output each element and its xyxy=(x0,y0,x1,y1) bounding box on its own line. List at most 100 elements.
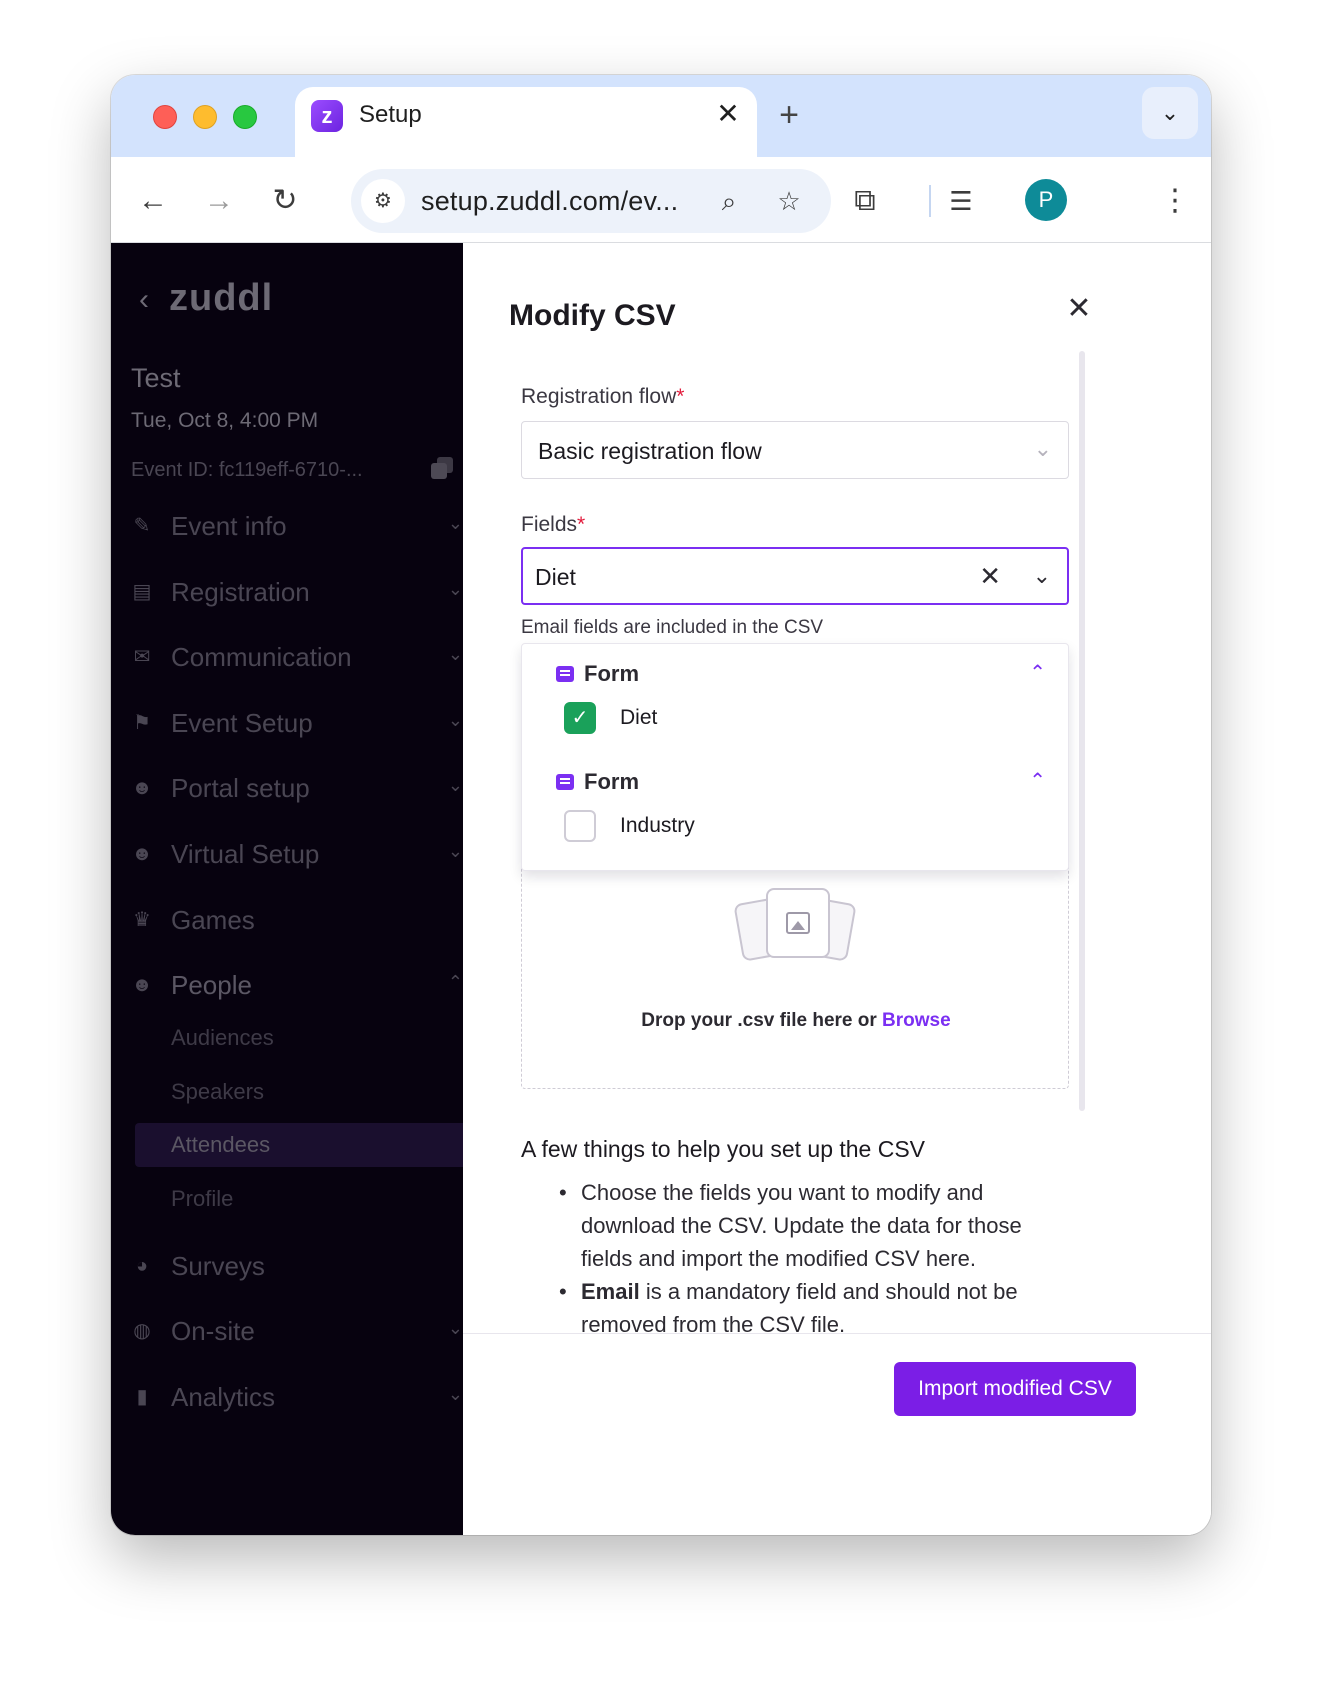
form-icon xyxy=(556,666,574,682)
signpost-icon: ⚑ xyxy=(133,712,151,734)
chevron-up-icon: ⌃ xyxy=(447,972,463,992)
pie-icon: ◕ xyxy=(135,1255,149,1277)
event-name: Test xyxy=(131,363,181,393)
group-title: Form xyxy=(584,769,639,794)
csv-dropzone[interactable]: Drop your .csv file here or Browse xyxy=(521,843,1069,1089)
browser-tab[interactable]: z Setup ✕ xyxy=(295,87,757,157)
fields-label: Fields* xyxy=(521,513,585,537)
zuddl-logo[interactable]: zuddl xyxy=(169,277,273,320)
dropzone-instruction: Drop your .csv file here or xyxy=(641,1010,877,1031)
dropzone-text: Drop your .csv file here or Browse xyxy=(522,1010,1070,1032)
fields-select[interactable]: Diet ✕ ⌄ xyxy=(521,547,1069,605)
chevron-down-icon: ⌄ xyxy=(447,579,463,599)
sidebar-item-games[interactable]: ♛ Games xyxy=(111,895,463,945)
registration-flow-label: Registration flow* xyxy=(521,385,684,409)
tab-bar: z Setup ✕ + ⌄ xyxy=(111,75,1211,157)
chevron-up-icon[interactable]: ⌃ xyxy=(1029,660,1046,685)
forward-arrow-icon[interactable]: → xyxy=(195,177,243,225)
tab-close-icon[interactable]: ✕ xyxy=(711,97,745,131)
more-menu-icon[interactable]: ⋮ xyxy=(1151,177,1199,225)
sidebar-item-label: People xyxy=(171,970,252,1000)
file-upload-illustration-icon xyxy=(733,888,857,966)
browser-toolbar: ← → ↻ ⚙ setup.zuddl.com/ev... ⌕ ☆ ⧉ ☰ P … xyxy=(111,157,1211,243)
registration-flow-label-text: Registration flow xyxy=(521,385,677,408)
help-title: A few things to help you set up the CSV xyxy=(521,1136,926,1162)
sidebar-item-communication[interactable]: ✉ Communication ⌄ xyxy=(111,632,463,682)
sidebar-item-people[interactable]: ☻ People ⌃ xyxy=(111,960,463,1010)
checkbox-industry[interactable] xyxy=(564,810,596,842)
help-item-bold: Email xyxy=(581,1279,640,1304)
profile-avatar[interactable]: P xyxy=(1025,179,1067,221)
sidebar-subitem-audiences[interactable]: Audiences xyxy=(171,1025,274,1051)
event-id: Event ID: fc119eff-6710-... xyxy=(131,459,363,481)
app-content: ‹ zuddl Test Tue, Oct 8, 4:00 PM Event I… xyxy=(111,243,1211,1535)
maximize-window-button[interactable] xyxy=(233,105,257,129)
chevron-down-icon[interactable]: ⌄ xyxy=(1033,563,1051,589)
help-item-text: is a mandatory field and should not be r… xyxy=(581,1279,1018,1337)
sidebar-item-event-info[interactable]: ✎ Event info ⌄ xyxy=(111,501,463,551)
help-item: Choose the fields you want to modify and… xyxy=(559,1176,1051,1275)
chevron-down-icon: ⌄ xyxy=(447,775,463,795)
option-label[interactable]: Industry xyxy=(620,814,695,838)
sidebar-item-on-site[interactable]: ◍ On-site ⌄ xyxy=(111,1306,463,1356)
user-icon: ☻ xyxy=(131,974,153,996)
address-bar[interactable]: ⚙ setup.zuddl.com/ev... ⌕ ☆ xyxy=(351,169,831,233)
zoom-icon[interactable]: ⌕ xyxy=(709,181,749,221)
back-arrow-icon[interactable]: ← xyxy=(129,177,177,225)
sidebar-subitem-speakers[interactable]: Speakers xyxy=(171,1079,264,1105)
copy-icon[interactable] xyxy=(431,457,455,481)
browser-window: z Setup ✕ + ⌄ ← → ↻ ⚙ setup.zuddl.com/ev… xyxy=(111,75,1211,1535)
browse-link[interactable]: Browse xyxy=(882,1010,951,1031)
sidebar-item-label: On-site xyxy=(171,1316,255,1346)
import-modified-csv-button[interactable]: Import modified CSV xyxy=(894,1362,1136,1416)
bookmark-star-icon[interactable]: ☆ xyxy=(769,181,809,221)
form-icon: ▤ xyxy=(132,581,152,603)
fields-value: Diet xyxy=(535,564,576,590)
sidebar-item-portal-setup[interactable]: ☻ Portal setup ⌄ xyxy=(111,763,463,813)
sidebar: ‹ zuddl Test Tue, Oct 8, 4:00 PM Event I… xyxy=(111,243,463,1535)
chevron-down-icon: ⌄ xyxy=(447,1384,463,1404)
media-controls-icon[interactable]: ☰ xyxy=(937,177,985,225)
registration-flow-select[interactable]: Basic registration flow ⌄ xyxy=(521,421,1069,479)
site-settings-icon[interactable]: ⚙ xyxy=(361,179,405,223)
back-chevron-icon[interactable]: ‹ xyxy=(139,283,149,317)
url-text[interactable]: setup.zuddl.com/ev... xyxy=(421,186,678,217)
bar-chart-icon: ▮ xyxy=(136,1386,148,1408)
sidebar-subitem-attendees[interactable]: Attendees xyxy=(171,1132,270,1158)
chevron-down-icon: ⌄ xyxy=(447,1318,463,1338)
sidebar-item-label: Communication xyxy=(171,642,352,672)
panel-title: Modify CSV xyxy=(509,299,676,332)
sidebar-item-label: Event info xyxy=(171,511,287,541)
option-label[interactable]: Diet xyxy=(620,706,657,730)
reload-icon[interactable]: ↻ xyxy=(261,177,309,225)
sidebar-item-virtual-setup[interactable]: ☻ Virtual Setup ⌄ xyxy=(111,829,463,879)
clear-icon[interactable]: ✕ xyxy=(979,561,1001,592)
tab-search-chevron-icon[interactable]: ⌄ xyxy=(1142,87,1198,139)
sidebar-item-registration[interactable]: ▤ Registration ⌄ xyxy=(111,567,463,617)
help-item: Email is a mandatory field and should no… xyxy=(559,1275,1051,1341)
image-icon xyxy=(786,912,810,934)
checkbox-diet[interactable]: ✓ xyxy=(564,702,596,734)
scrollbar[interactable] xyxy=(1079,351,1085,1111)
fields-hint: Email fields are included in the CSV xyxy=(521,617,824,638)
panel-footer: Import modified CSV xyxy=(463,1333,1211,1535)
chevron-down-icon: ⌄ xyxy=(447,513,463,533)
sidebar-item-label: Portal setup xyxy=(171,773,310,803)
sidebar-item-surveys[interactable]: ◕ Surveys xyxy=(111,1241,463,1291)
sidebar-item-analytics[interactable]: ▮ Analytics ⌄ xyxy=(111,1372,463,1422)
close-icon[interactable]: ✕ xyxy=(1057,287,1101,331)
fields-dropdown-menu: Form ⌃ ✓ Diet Form ⌃ Industry xyxy=(521,643,1069,871)
sidebar-subitem-profile[interactable]: Profile xyxy=(171,1186,233,1212)
extensions-puzzle-icon[interactable]: ⧉ xyxy=(841,177,889,225)
chevron-down-icon: ⌄ xyxy=(1033,436,1052,461)
registration-flow-value: Basic registration flow xyxy=(538,438,762,464)
chevron-up-icon[interactable]: ⌃ xyxy=(1029,768,1046,793)
sidebar-item-event-setup[interactable]: ⚑ Event Setup ⌄ xyxy=(111,698,463,748)
minimize-window-button[interactable] xyxy=(193,105,217,129)
fields-label-text: Fields xyxy=(521,513,578,536)
sidebar-item-label: Event Setup xyxy=(171,708,313,738)
close-window-button[interactable] xyxy=(153,105,177,129)
sidebar-item-label: Virtual Setup xyxy=(171,839,320,869)
new-tab-icon[interactable]: + xyxy=(767,93,811,137)
magic-wand-icon: ✎ xyxy=(133,515,151,537)
